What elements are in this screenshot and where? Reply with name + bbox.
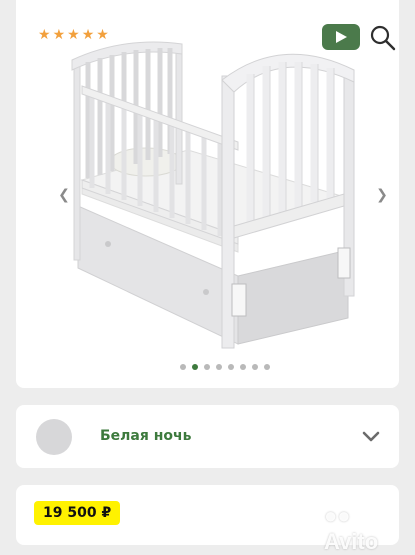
avito-logo-text: Avito [324,529,379,554]
slide-indicator [180,364,270,370]
slide-dot[interactable] [180,364,186,370]
color-selector[interactable]: Белая ночь [16,405,399,468]
color-swatch [36,419,72,455]
slide-dot[interactable] [204,364,210,370]
slide-dot[interactable] [192,364,198,370]
slide-dot[interactable] [252,364,258,370]
slide-dot[interactable] [264,364,270,370]
color-name: Белая ночь [100,428,192,444]
slide-dot[interactable] [216,364,222,370]
slide-dot[interactable] [240,364,246,370]
avito-watermark: ●● Avito [324,503,399,555]
slide-dot[interactable] [228,364,234,370]
price-badge: 19 500 ₽ [34,501,121,525]
price-card: 19 500 ₽ ●● Avito [16,485,399,554]
product-gallery-card: ★ ★ ★ ★ ★ ❮ ❯ [16,0,399,388]
avito-logo-icon: ●● [324,503,351,528]
chevron-down-icon[interactable] [361,430,381,444]
star-icon: ★ [38,27,51,43]
product-photo-crib[interactable] [58,30,388,360]
